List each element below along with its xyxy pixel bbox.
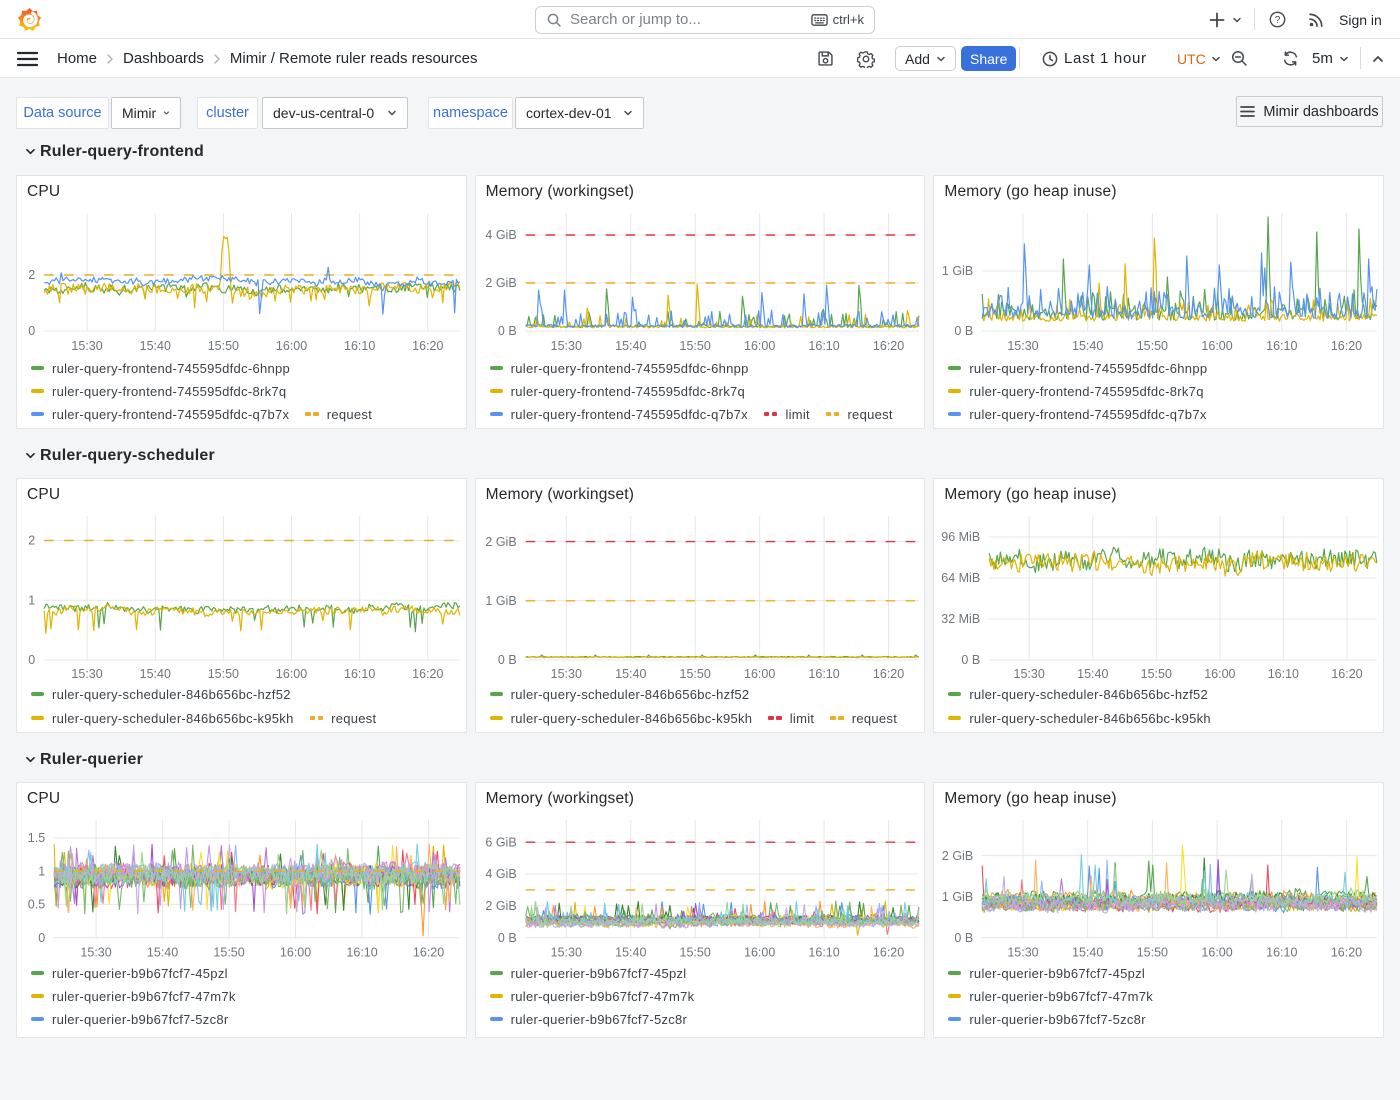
svg-text:16:10: 16:10: [346, 946, 377, 960]
svg-text:64 MiB: 64 MiB: [942, 571, 981, 585]
svg-text:16:00: 16:00: [1202, 946, 1233, 960]
svg-text:15:40: 15:40: [140, 339, 171, 353]
svg-text:15:50: 15:50: [1137, 339, 1168, 353]
svg-text:15:50: 15:50: [208, 667, 239, 681]
svg-text:15:30: 15:30: [550, 946, 581, 960]
svg-text:0 B: 0 B: [955, 931, 974, 945]
svg-text:16:00: 16:00: [1205, 667, 1236, 681]
svg-text:15:40: 15:40: [140, 667, 171, 681]
svg-text:15:40: 15:40: [147, 946, 178, 960]
svg-text:2 GiB: 2 GiB: [485, 276, 516, 290]
svg-text:0 B: 0 B: [498, 653, 517, 667]
svg-text:1: 1: [28, 594, 35, 608]
svg-text:16:20: 16:20: [873, 667, 904, 681]
svg-text:16:00: 16:00: [744, 946, 775, 960]
svg-text:4 GiB: 4 GiB: [485, 228, 516, 242]
svg-text:1 GiB: 1 GiB: [942, 264, 973, 278]
svg-text:6 GiB: 6 GiB: [485, 835, 516, 849]
svg-text:15:30: 15:30: [71, 339, 102, 353]
svg-text:15:50: 15:50: [1141, 667, 1172, 681]
svg-text:16:20: 16:20: [1332, 667, 1363, 681]
svg-text:16:20: 16:20: [1331, 339, 1362, 353]
svg-text:15:40: 15:40: [615, 667, 646, 681]
svg-text:15:30: 15:30: [550, 339, 581, 353]
svg-text:15:30: 15:30: [71, 667, 102, 681]
svg-text:15:30: 15:30: [1008, 339, 1039, 353]
svg-text:15:30: 15:30: [1014, 667, 1045, 681]
svg-text:15:40: 15:40: [1077, 667, 1108, 681]
svg-text:16:00: 16:00: [276, 667, 307, 681]
svg-text:16:10: 16:10: [1266, 339, 1297, 353]
svg-text:15:40: 15:40: [615, 339, 646, 353]
svg-text:16:10: 16:10: [1266, 946, 1297, 960]
svg-text:16:00: 16:00: [276, 339, 307, 353]
svg-text:16:10: 16:10: [344, 339, 375, 353]
svg-text:16:00: 16:00: [744, 667, 775, 681]
svg-text:16:20: 16:20: [412, 339, 443, 353]
svg-text:15:30: 15:30: [550, 667, 581, 681]
svg-text:15:50: 15:50: [208, 339, 239, 353]
svg-text:15:50: 15:50: [1137, 946, 1168, 960]
svg-text:2: 2: [28, 534, 35, 548]
svg-text:16:20: 16:20: [873, 339, 904, 353]
svg-text:0.5: 0.5: [28, 898, 45, 912]
svg-text:2: 2: [28, 268, 35, 282]
svg-text:16:10: 16:10: [344, 667, 375, 681]
svg-text:16:20: 16:20: [873, 946, 904, 960]
svg-text:15:30: 15:30: [80, 946, 111, 960]
svg-text:1: 1: [38, 864, 45, 878]
svg-text:16:10: 16:10: [808, 946, 839, 960]
svg-text:16:20: 16:20: [413, 946, 444, 960]
svg-text:0: 0: [28, 653, 35, 667]
svg-text:15:50: 15:50: [679, 946, 710, 960]
svg-text:16:10: 16:10: [1268, 667, 1299, 681]
svg-text:15:50: 15:50: [679, 667, 710, 681]
svg-text:16:10: 16:10: [808, 339, 839, 353]
svg-text:15:40: 15:40: [1072, 946, 1103, 960]
svg-text:15:40: 15:40: [615, 946, 646, 960]
svg-text:15:30: 15:30: [1008, 946, 1039, 960]
svg-text:16:20: 16:20: [1331, 946, 1362, 960]
svg-text:15:50: 15:50: [213, 946, 244, 960]
svg-text:4 GiB: 4 GiB: [485, 867, 516, 881]
svg-text:0 B: 0 B: [962, 653, 981, 667]
svg-text:1 GiB: 1 GiB: [942, 890, 973, 904]
svg-text:2 GiB: 2 GiB: [485, 899, 516, 913]
svg-text:0: 0: [38, 931, 45, 945]
svg-text:15:50: 15:50: [679, 339, 710, 353]
svg-text:1.5: 1.5: [28, 831, 45, 845]
svg-text:32 MiB: 32 MiB: [942, 612, 981, 626]
svg-text:16:10: 16:10: [808, 667, 839, 681]
svg-text:16:00: 16:00: [280, 946, 311, 960]
svg-text:0 B: 0 B: [955, 324, 974, 338]
svg-text:2 GiB: 2 GiB: [485, 535, 516, 549]
svg-text:0 B: 0 B: [498, 324, 517, 338]
svg-text:0 B: 0 B: [498, 931, 517, 945]
svg-text:96 MiB: 96 MiB: [942, 530, 981, 544]
svg-text:15:40: 15:40: [1072, 339, 1103, 353]
svg-text:16:20: 16:20: [412, 667, 443, 681]
svg-text:1 GiB: 1 GiB: [485, 594, 516, 608]
svg-text:2 GiB: 2 GiB: [942, 849, 973, 863]
svg-text:?: ?: [1275, 15, 1281, 26]
svg-text:16:00: 16:00: [744, 339, 775, 353]
svg-text:0: 0: [28, 324, 35, 338]
svg-text:16:00: 16:00: [1202, 339, 1233, 353]
